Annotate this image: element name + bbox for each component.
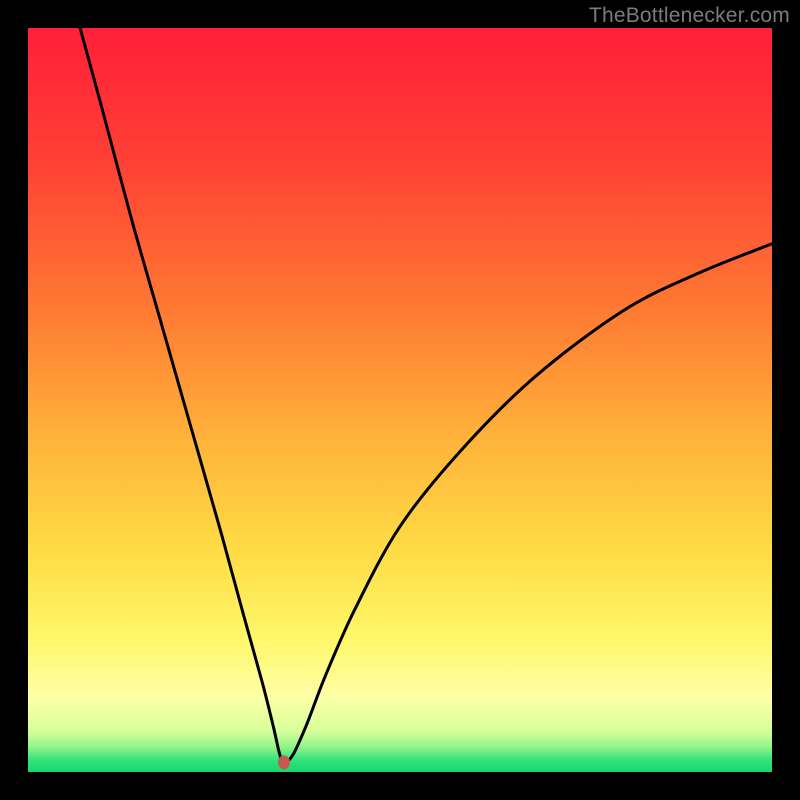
chart-frame: TheBottlenecker.com xyxy=(0,0,800,800)
watermark-text: TheBottlenecker.com xyxy=(589,4,790,28)
optimal-point-marker xyxy=(278,755,290,769)
chart-background xyxy=(28,28,772,772)
bottleneck-chart xyxy=(28,28,772,772)
